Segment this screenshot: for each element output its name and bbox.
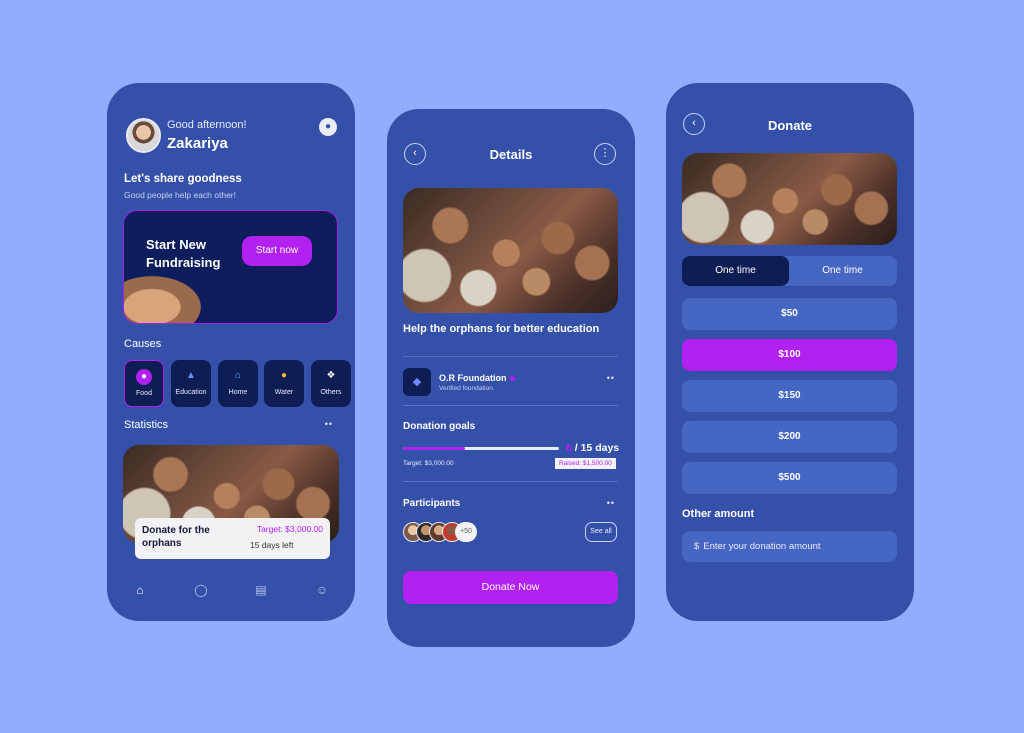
org-subtitle: Verified foundation [439,385,493,392]
shield-icon: ◆ [403,368,431,396]
frequency-toggle: One time One time [682,256,897,286]
other-amount-heading: Other amount [682,508,755,520]
days-counter: 6 / 15 days [566,442,619,454]
cause-home[interactable]: ⌂ Home [218,360,258,407]
donation-amount-input[interactable]: $ Enter your donation amount [682,531,897,562]
toggle-option[interactable]: One time [682,256,789,286]
cause-label: Water [274,389,294,396]
food-icon: ● [136,369,152,385]
menu-icon[interactable]: ⋮ [594,143,616,165]
amount-option[interactable]: $50 [682,298,897,330]
amount-option[interactable]: $200 [682,421,897,453]
amount-option[interactable]: $500 [682,462,897,494]
cause-water[interactable]: ● Water [264,360,304,407]
nav-profile-icon[interactable]: ☺ [313,583,331,601]
details-screen: ‹ Details ⋮ Help the orphans for better … [387,109,635,647]
causes-heading: Causes [124,338,162,350]
water-icon: ● [280,370,288,381]
more-icon[interactable]: •• [325,419,333,429]
avatar[interactable] [126,118,161,153]
raised-amount: Raised: $1,500.00 [555,458,616,469]
cause-label: Food [136,390,152,397]
share-title: Let's share goodness [124,173,242,185]
cause-education[interactable]: ▲ Education [171,360,211,407]
participants-heading: Participants [403,498,461,509]
amount-option[interactable]: $150 [682,380,897,412]
cause-others[interactable]: ❖ Others [311,360,351,407]
details-heading: Help the orphans for better education [403,323,600,335]
divider [403,356,618,357]
statistics-heading: Statistics [124,419,169,431]
user-name: Zakariya [167,135,228,152]
home-screen: Good afternoon! Zakariya ● Let's share g… [107,83,355,621]
children-photo [682,153,897,245]
education-icon: ▲ [186,370,196,381]
toggle-option[interactable]: One time [789,256,896,286]
cause-food[interactable]: ● Food [124,360,164,407]
home-icon: ⌂ [234,370,242,381]
donate-now-button[interactable]: Donate Now [403,571,618,604]
bell-icon[interactable]: ● [319,118,337,136]
donate-title: Donate [767,118,813,133]
nav-activity-icon[interactable]: ◯ [192,583,210,601]
currency-symbol: $ [694,541,700,552]
share-subtitle: Good people help each other! [124,190,237,200]
children-photo [403,188,618,313]
fundraising-card: Start New Fundraising Start now [123,210,338,324]
donate-screen: ‹ Donate One time One time $50 $100 $150… [666,83,914,621]
verified-icon [509,376,515,382]
nav-home-icon[interactable]: ⌂ [131,583,149,601]
start-now-button[interactable]: Start now [242,236,312,266]
divider [403,481,618,482]
cause-label: Education [175,389,207,396]
cause-label: Home [228,389,248,396]
nav-calendar-icon[interactable]: ▤ [252,583,270,601]
see-all-button[interactable]: See all [585,522,617,542]
more-icon[interactable]: •• [607,373,615,383]
progress-fill [403,447,466,450]
org-name-text: O.R Foundation [439,373,507,383]
divider [403,405,618,406]
others-icon: ❖ [326,370,336,381]
stat-card[interactable]: Donate for the orphans Target: $3,000.00… [135,518,330,559]
hands-image [124,271,209,323]
amount-option-selected[interactable]: $100 [682,339,897,371]
input-placeholder: Enter your donation amount [703,541,821,552]
org-name[interactable]: O.R Foundation [439,373,515,383]
target-amount: Target: $3,000.00 [403,460,454,467]
participants-more: +50 [455,522,477,542]
stat-card-days-left: 15 days left [250,540,294,550]
stat-card-target: Target: $3,000.00 [256,524,323,534]
days-total: / 15 days [571,442,620,454]
goals-heading: Donation goals [403,421,476,432]
cause-label: Others [320,389,342,396]
greeting-text: Good afternoon! [167,119,247,131]
stat-card-title: Donate for the orphans [142,525,210,549]
fundraising-title: Start New Fundraising [146,237,221,270]
more-icon[interactable]: •• [607,498,615,508]
